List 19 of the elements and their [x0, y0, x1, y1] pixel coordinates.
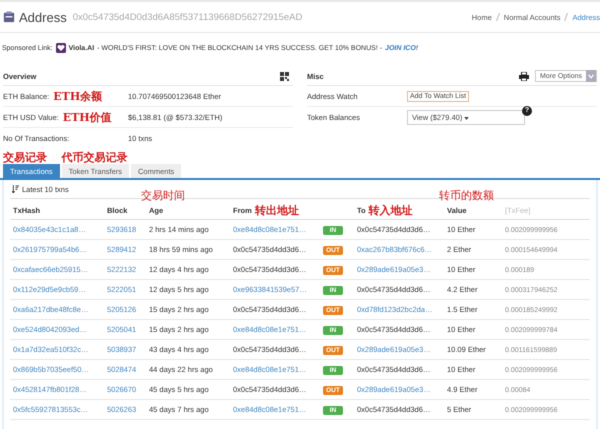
address-hash: 0x0c54735d4D0d3d6A85f5371139668D56272915eAD [72, 12, 302, 22]
breadcrumb-separator [496, 12, 500, 20]
annotation-text: 转出地址 [254, 202, 299, 218]
sort-icon [12, 185, 19, 193]
annotation-text: 转币的数额 [439, 188, 494, 203]
caret-icon [464, 116, 470, 120]
annotation-text: ETH余额 [53, 88, 102, 104]
qr-code-icon[interactable] [280, 72, 289, 80]
address-book-icon [3, 11, 15, 23]
annotation-text: 代币交易记录 [62, 152, 128, 164]
heart-logo-icon [56, 43, 66, 53]
breadcrumb-separator [564, 12, 568, 20]
page-title: Address [19, 10, 67, 24]
annotation-text: 交易时间 [141, 188, 185, 203]
annotation-text: 转入地址 [368, 202, 413, 218]
annotation-text: 交易记录 [3, 152, 47, 164]
print-icon[interactable] [518, 72, 529, 80]
annotation-text: ETH价值 [62, 110, 112, 124]
caret-icon [586, 70, 596, 82]
